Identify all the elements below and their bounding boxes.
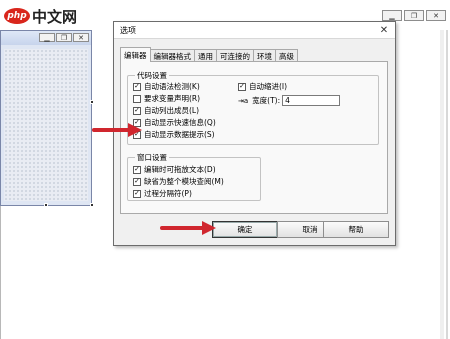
resize-handle-corner[interactable]: [90, 203, 94, 207]
close-icon[interactable]: ✕: [426, 10, 446, 21]
checkbox[interactable]: [133, 94, 141, 103]
vertical-scrollbar[interactable]: [440, 30, 444, 339]
option-auto-indent[interactable]: ✓ 自动缩进(I): [238, 81, 287, 92]
restore-icon[interactable]: ❐: [56, 33, 72, 42]
editor-tab-panel: 代码设置 ✓ 自动语法检测(K) 要求变量声明(R) ✓ 自动列出成员(L) ✓…: [120, 61, 388, 214]
checkbox[interactable]: ✓: [133, 82, 141, 91]
close-icon[interactable]: ✕: [377, 25, 391, 36]
userform-titlebar: ▁ ❐ ✕: [1, 31, 91, 45]
tab-editor[interactable]: 编辑器: [120, 47, 151, 62]
tab-width-input[interactable]: 4: [282, 95, 341, 106]
option-require-variable-declaration[interactable]: 要求变量声明(R): [133, 93, 200, 104]
restore-icon[interactable]: ❐: [404, 10, 424, 21]
userform-canvas-grid[interactable]: [4, 49, 88, 201]
indent-icon: ⇥a: [238, 96, 249, 105]
dialog-title: 选项: [120, 25, 136, 35]
php-logo-badge: php: [4, 8, 30, 24]
options-tabbar: 编辑器 编辑器格式 通用 可连接的 环境 高级: [120, 47, 298, 62]
group-title: 窗口设置: [135, 152, 169, 163]
option-auto-syntax-check[interactable]: ✓ 自动语法检测(K): [133, 81, 200, 92]
option-drag-drop-text[interactable]: ✓ 编辑时可拖放文本(D): [133, 164, 216, 175]
site-logo-text: 中文网: [32, 7, 78, 26]
userform-designer-window: ▁ ❐ ✕: [0, 30, 92, 206]
option-full-module-view[interactable]: ✓ 缺省为整个模块查阅(M): [133, 176, 224, 187]
ok-button[interactable]: 确定: [212, 221, 278, 238]
annotation-arrow-icon: [160, 221, 216, 235]
checkbox[interactable]: ✓: [133, 165, 141, 174]
option-auto-list-members[interactable]: ✓ 自动列出成员(L): [133, 105, 199, 116]
tab-width-row: ⇥a 宽度(T): 4: [238, 95, 341, 106]
option-auto-data-tips[interactable]: ✓ 自动显示数据提示(S): [133, 129, 215, 140]
annotation-arrow-icon: [92, 123, 142, 137]
checkbox[interactable]: ✓: [133, 106, 141, 115]
code-settings-group: 代码设置 ✓ 自动语法检测(K) 要求变量声明(R) ✓ 自动列出成员(L) ✓…: [127, 70, 379, 145]
ide-window-controls: ▁ ❐ ✕: [382, 10, 446, 21]
divider: [0, 206, 1, 339]
tab-width-label: 宽度(T):: [252, 96, 281, 105]
resize-handle-right[interactable]: [90, 100, 94, 104]
option-procedure-separator[interactable]: ✓ 过程分隔符(P): [133, 188, 192, 199]
checkbox[interactable]: ✓: [238, 82, 246, 91]
close-icon[interactable]: ✕: [73, 33, 89, 42]
options-dialog: 选项 ✕ 编辑器 编辑器格式 通用 可连接的 环境 高级 代码设置 ✓ 自动语法…: [113, 21, 396, 246]
checkbox[interactable]: ✓: [133, 189, 141, 198]
group-title: 代码设置: [135, 70, 169, 81]
divider: [446, 30, 448, 339]
minimize-icon[interactable]: ▁: [382, 10, 402, 21]
minimize-icon[interactable]: ▁: [39, 33, 55, 42]
checkbox[interactable]: ✓: [133, 177, 141, 186]
resize-handle-bottom[interactable]: [44, 203, 48, 207]
dialog-titlebar: 选项 ✕: [114, 22, 395, 39]
site-logo: php 中文网: [4, 6, 77, 26]
window-settings-group: 窗口设置 ✓ 编辑时可拖放文本(D) ✓ 缺省为整个模块查阅(M) ✓ 过程分隔…: [127, 152, 261, 201]
option-auto-quick-info[interactable]: ✓ 自动显示快速信息(Q): [133, 117, 216, 128]
help-button[interactable]: 帮助: [323, 221, 389, 238]
